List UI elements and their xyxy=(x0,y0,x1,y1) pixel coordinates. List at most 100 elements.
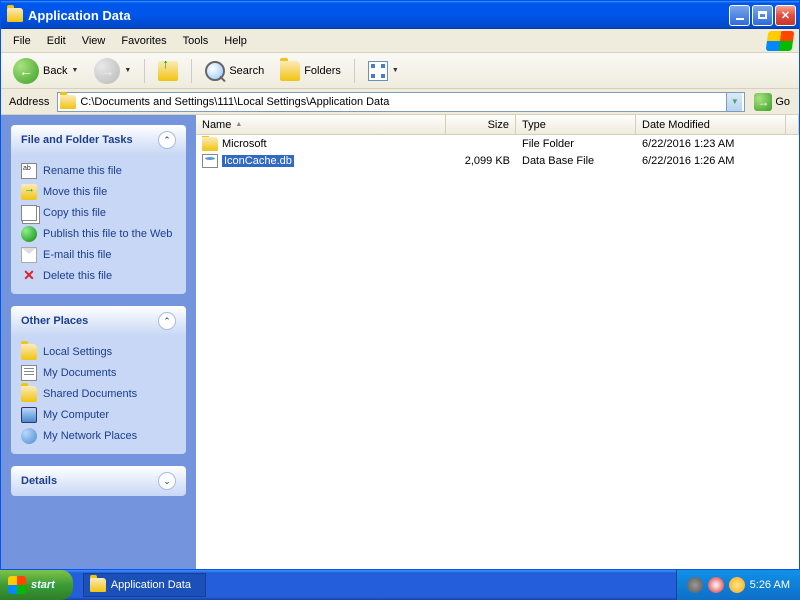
collapse-icon[interactable]: ⌃ xyxy=(158,312,176,330)
address-field[interactable]: ▼ xyxy=(57,92,745,112)
file-date: 6/22/2016 1:23 AM xyxy=(636,137,786,151)
column-type[interactable]: Type xyxy=(516,115,636,134)
toolbar: ← Back ▼ → ▼ Search Folders ▼ xyxy=(1,53,799,89)
tasks-header[interactable]: File and Folder Tasks ⌃ xyxy=(11,125,186,155)
back-label: Back xyxy=(43,65,67,77)
folders-button[interactable]: Folders xyxy=(274,57,347,85)
task-label: E-mail this file xyxy=(43,249,111,261)
file-size xyxy=(446,143,516,145)
tray-alert-icon[interactable] xyxy=(729,577,745,593)
column-name[interactable]: Name▲ xyxy=(196,115,446,134)
folders-icon xyxy=(280,61,300,81)
task-label: Rename this file xyxy=(43,165,122,177)
menu-file[interactable]: File xyxy=(5,32,39,50)
search-icon xyxy=(205,61,225,81)
file-row[interactable]: Microsoft File Folder6/22/2016 1:23 AM xyxy=(196,135,799,152)
place-icon xyxy=(21,365,37,381)
place-label: Local Settings xyxy=(43,346,112,358)
task-icon xyxy=(21,226,37,242)
place-link[interactable]: Local Settings xyxy=(21,344,176,360)
address-input[interactable] xyxy=(80,96,726,108)
expand-icon[interactable]: ⌄ xyxy=(158,472,176,490)
place-link[interactable]: Shared Documents xyxy=(21,386,176,402)
minimize-button[interactable] xyxy=(729,5,750,26)
start-label: start xyxy=(31,579,55,591)
address-label: Address xyxy=(5,96,53,108)
taskbar-app-button[interactable]: Application Data xyxy=(83,573,206,597)
task-link[interactable]: ✕Delete this file xyxy=(21,268,176,284)
views-button[interactable]: ▼ xyxy=(362,57,405,85)
file-folder-tasks-box: File and Folder Tasks ⌃ Rename this file… xyxy=(11,125,186,294)
file-row[interactable]: IconCache.db2,099 KBData Base File6/22/2… xyxy=(196,152,799,169)
place-icon xyxy=(21,428,37,444)
task-label: Publish this file to the Web xyxy=(43,228,172,240)
forward-button[interactable]: → ▼ xyxy=(88,54,137,88)
file-type: File Folder xyxy=(516,137,636,151)
start-button[interactable]: start xyxy=(0,570,73,600)
menu-view[interactable]: View xyxy=(74,32,114,50)
place-label: My Computer xyxy=(43,409,109,421)
task-label: Copy this file xyxy=(43,207,106,219)
collapse-icon[interactable]: ⌃ xyxy=(158,131,176,149)
tray-security-icon[interactable] xyxy=(708,577,724,593)
file-icon xyxy=(202,137,218,151)
place-label: My Documents xyxy=(43,367,116,379)
tray-icon[interactable] xyxy=(687,577,703,593)
window-title: Application Data xyxy=(28,8,729,23)
place-link[interactable]: My Documents xyxy=(21,365,176,381)
taskbar-app-label: Application Data xyxy=(111,579,191,591)
file-size: 2,099 KB xyxy=(446,154,516,168)
task-link[interactable]: Rename this file xyxy=(21,163,176,179)
place-label: Shared Documents xyxy=(43,388,137,400)
windows-flag-icon[interactable] xyxy=(766,31,795,51)
back-button[interactable]: ← Back ▼ xyxy=(7,54,84,88)
details-title: Details xyxy=(21,475,57,487)
side-panel: File and Folder Tasks ⌃ Rename this file… xyxy=(1,115,196,569)
task-icon xyxy=(21,163,37,179)
place-icon xyxy=(21,344,37,360)
search-label: Search xyxy=(229,65,264,77)
column-date[interactable]: Date Modified xyxy=(636,115,786,134)
file-name: Microsoft xyxy=(222,138,267,150)
other-header[interactable]: Other Places ⌃ xyxy=(11,306,186,336)
chevron-down-icon[interactable]: ▼ xyxy=(124,67,131,74)
file-icon xyxy=(202,154,218,168)
go-button[interactable]: → Go xyxy=(749,91,795,113)
place-icon xyxy=(21,407,37,423)
views-icon xyxy=(368,61,388,81)
menu-favorites[interactable]: Favorites xyxy=(113,32,174,50)
menu-tools[interactable]: Tools xyxy=(175,32,217,50)
address-bar: Address ▼ → Go xyxy=(1,89,799,115)
task-icon xyxy=(21,247,37,263)
search-button[interactable]: Search xyxy=(199,57,270,85)
file-name: IconCache.db xyxy=(222,155,294,167)
chevron-down-icon[interactable]: ▼ xyxy=(392,67,399,74)
up-button[interactable] xyxy=(152,57,184,85)
task-link[interactable]: E-mail this file xyxy=(21,247,176,263)
task-link[interactable]: Copy this file xyxy=(21,205,176,221)
clock[interactable]: 5:26 AM xyxy=(750,579,790,591)
task-link[interactable]: Move this file xyxy=(21,184,176,200)
close-button[interactable]: ✕ xyxy=(775,5,796,26)
file-rows[interactable]: Microsoft File Folder6/22/2016 1:23 AM Ico… xyxy=(196,135,799,569)
task-label: Delete this file xyxy=(43,270,112,282)
go-label: Go xyxy=(775,96,790,108)
menu-bar: File Edit View Favorites Tools Help xyxy=(1,29,799,53)
chevron-down-icon[interactable]: ▼ xyxy=(71,67,78,74)
tasks-title: File and Folder Tasks xyxy=(21,134,133,146)
folder-icon xyxy=(90,578,106,592)
place-link[interactable]: My Computer xyxy=(21,407,176,423)
task-link[interactable]: Publish this file to the Web xyxy=(21,226,176,242)
task-icon xyxy=(21,184,37,200)
menu-edit[interactable]: Edit xyxy=(39,32,74,50)
column-size[interactable]: Size xyxy=(446,115,516,134)
details-header[interactable]: Details ⌄ xyxy=(11,466,186,496)
folder-icon xyxy=(60,95,76,109)
other-places-box: Other Places ⌃ Local Settings My Document… xyxy=(11,306,186,454)
other-title: Other Places xyxy=(21,315,88,327)
address-dropdown[interactable]: ▼ xyxy=(726,93,742,111)
menu-help[interactable]: Help xyxy=(216,32,255,50)
windows-logo-icon xyxy=(8,576,26,594)
place-link[interactable]: My Network Places xyxy=(21,428,176,444)
maximize-button[interactable] xyxy=(752,5,773,26)
